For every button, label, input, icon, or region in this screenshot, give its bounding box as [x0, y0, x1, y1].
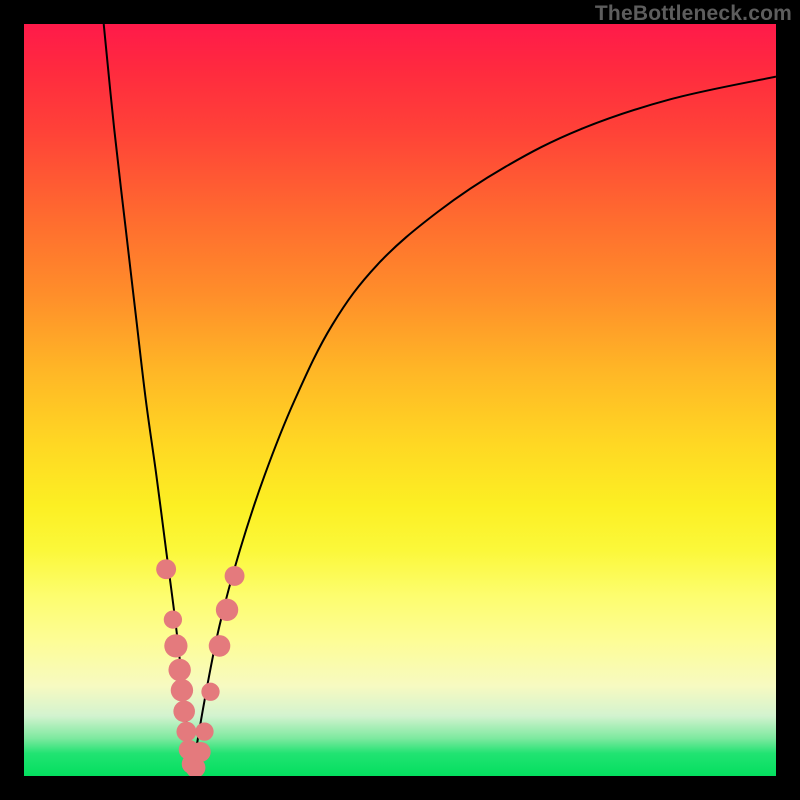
data-marker: [225, 566, 245, 586]
data-marker: [176, 722, 196, 742]
chart-frame: [24, 24, 776, 776]
data-marker: [195, 722, 213, 740]
data-marker: [201, 683, 219, 701]
data-marker: [156, 559, 176, 579]
data-marker: [216, 599, 238, 621]
marker-layer: [156, 559, 244, 776]
chart-svg: [24, 24, 776, 776]
data-marker: [173, 701, 195, 723]
data-marker: [171, 679, 193, 701]
data-marker: [209, 635, 231, 657]
curve-right: [192, 77, 776, 776]
data-marker: [191, 742, 211, 762]
watermark-text: TheBottleneck.com: [595, 2, 792, 26]
data-marker: [164, 634, 187, 657]
data-marker: [168, 659, 190, 681]
data-marker: [164, 610, 182, 628]
